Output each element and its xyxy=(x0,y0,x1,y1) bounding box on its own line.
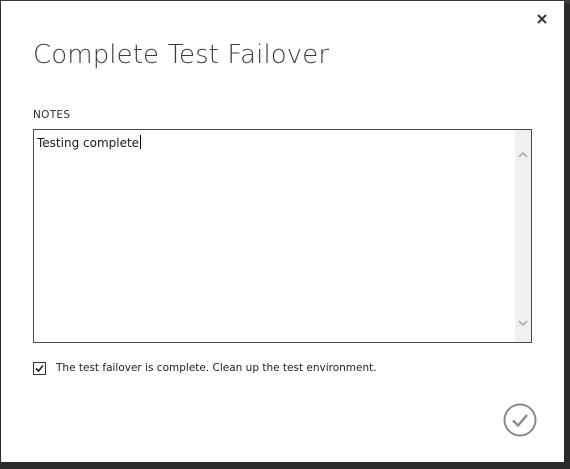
notes-textarea[interactable]: Testing complete xyxy=(33,129,532,343)
scroll-down-icon[interactable] xyxy=(517,314,529,327)
notes-scrollbar[interactable] xyxy=(515,130,531,342)
checkmark-circle-icon xyxy=(503,403,537,437)
checkmark-icon xyxy=(35,364,44,372)
cleanup-option: The test failover is complete. Clean up … xyxy=(33,360,377,376)
scroll-up-icon[interactable] xyxy=(517,146,529,158)
complete-test-failover-dialog: Complete Test Failover NOTES Testing com… xyxy=(1,1,564,462)
cleanup-checkbox-label[interactable]: The test failover is complete. Clean up … xyxy=(56,362,377,374)
notes-label: NOTES xyxy=(33,109,71,121)
dialog-title: Complete Test Failover xyxy=(33,40,330,70)
cleanup-checkbox[interactable] xyxy=(33,361,46,375)
ok-button[interactable] xyxy=(503,403,537,437)
notes-text-value[interactable]: Testing complete xyxy=(37,135,142,150)
notes-value: Testing complete xyxy=(37,136,140,150)
text-caret xyxy=(140,135,142,149)
close-icon[interactable] xyxy=(535,11,549,25)
